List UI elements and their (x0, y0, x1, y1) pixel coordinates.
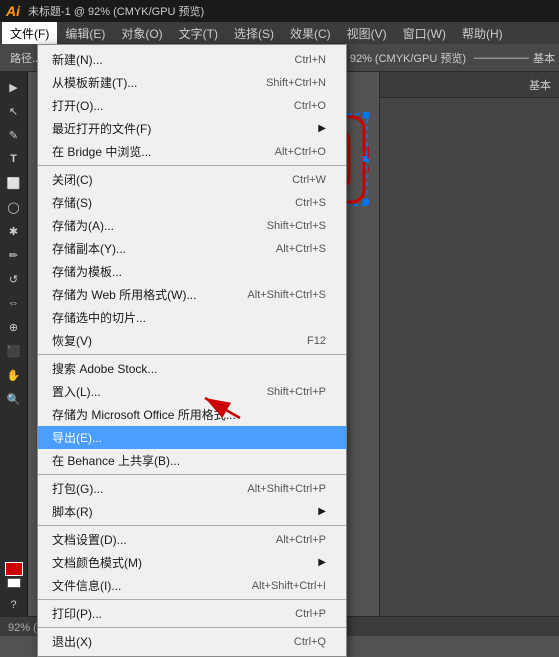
rotate-tool-icon[interactable]: ↺ (3, 268, 25, 290)
gradient-tool-icon[interactable]: ⊕ (3, 316, 25, 338)
menu-save[interactable]: 存储(S) Ctrl+S (38, 191, 346, 214)
menu-save-slices[interactable]: 存储选中的切片... (38, 306, 346, 329)
file-menu-dropdown: 新建(N)... Ctrl+N 从模板新建(T)... Shift+Ctrl+N… (37, 44, 347, 657)
menu-place[interactable]: 置入(L)... Shift+Ctrl+P (38, 380, 346, 403)
text-tool-icon[interactable]: T (3, 148, 25, 170)
menu-file-info[interactable]: 文件信息(I)... Alt+Shift+Ctrl+I (38, 574, 346, 597)
menu-item-window[interactable]: 窗口(W) (395, 22, 454, 44)
sep-2 (38, 354, 346, 355)
right-panel: 基本 (379, 72, 559, 616)
menu-recent[interactable]: 最近打开的文件(F) ▶ (38, 117, 346, 140)
title-bar: Ai 未标题-1 @ 92% (CMYK/GPU 预览) (0, 0, 559, 22)
brush-tool-icon[interactable]: ✏ (3, 244, 25, 266)
menu-item-view[interactable]: 视图(V) (339, 22, 395, 44)
menu-stock[interactable]: 搜索 Adobe Stock... (38, 357, 346, 380)
left-toolbar: ▶ ↖ ✎ T ⬜ ◯ ✱ ✏ ↺ ⇔ ⊕ ⬛ ✋ 🔍 ? (0, 72, 28, 616)
menu-office[interactable]: 存储为 Microsoft Office 所用格式... (38, 403, 346, 426)
menu-item-object[interactable]: 对象(O) (113, 22, 170, 44)
menu-behance[interactable]: 在 Behance 上共享(B)... (38, 449, 346, 472)
menu-export[interactable]: 导出(E)... (38, 426, 346, 449)
menu-item-effect[interactable]: 效果(C) (282, 22, 339, 44)
direct-select-icon[interactable]: ↖ (3, 100, 25, 122)
menu-item-select[interactable]: 选择(S) (226, 22, 282, 44)
menu-revert[interactable]: 恢复(V) F12 (38, 329, 346, 352)
menu-doc-settings[interactable]: 文档设置(D)... Alt+Ctrl+P (38, 528, 346, 551)
menu-scripts[interactable]: 脚本(R) ▶ (38, 500, 346, 523)
menu-new-template[interactable]: 从模板新建(T)... Shift+Ctrl+N (38, 71, 346, 94)
app-logo: Ai (6, 3, 20, 19)
sep-1 (38, 165, 346, 166)
sep-3 (38, 474, 346, 475)
zoom-tool-icon[interactable]: 🔍 (3, 388, 25, 410)
sep-5 (38, 599, 346, 600)
menu-package[interactable]: 打包(G)... Alt+Shift+Ctrl+P (38, 477, 346, 500)
menu-item-edit[interactable]: 编辑(E) (57, 22, 113, 44)
menu-item-file[interactable]: 文件(F) (2, 22, 57, 44)
menu-exit[interactable]: 退出(X) Ctrl+Q (38, 630, 346, 653)
pen-tool-icon[interactable]: ✎ (3, 124, 25, 146)
menu-save-web[interactable]: 存储为 Web 所用格式(W)... Alt+Shift+Ctrl+S (38, 283, 346, 306)
menu-save-copy[interactable]: 存储副本(Y)... Alt+Ctrl+S (38, 237, 346, 260)
scale-tool-icon[interactable]: ⇔ (3, 292, 25, 314)
menu-item-text[interactable]: 文字(T) (171, 22, 226, 44)
menu-bar: 文件(F) 编辑(E) 对象(O) 文字(T) 选择(S) 效果(C) 视图(V… (0, 22, 559, 44)
star-tool-icon[interactable]: ✱ (3, 220, 25, 242)
sep-6 (38, 627, 346, 628)
menu-save-template[interactable]: 存储为模板... (38, 260, 346, 283)
sep-4 (38, 525, 346, 526)
panel-header: 基本 (380, 72, 559, 98)
preset-name: 基本 (533, 50, 555, 66)
preset-label: ————— (474, 52, 529, 64)
menu-save-as[interactable]: 存储为(A)... Shift+Ctrl+S (38, 214, 346, 237)
menu-item-help[interactable]: 帮助(H) (454, 22, 511, 44)
menu-bridge[interactable]: 在 Bridge 中浏览... Alt+Ctrl+O (38, 140, 346, 163)
menu-print[interactable]: 打印(P)... Ctrl+P (38, 602, 346, 625)
zoom-level: 92% (CMYK/GPU 预览) (350, 50, 466, 66)
ellipse-tool-icon[interactable]: ◯ (3, 196, 25, 218)
eyedropper-icon[interactable]: ⬛ (3, 340, 25, 362)
hand-tool-icon[interactable]: ✋ (3, 364, 25, 386)
rect-tool-icon[interactable]: ⬜ (3, 172, 25, 194)
help-icon[interactable]: ? (3, 594, 25, 616)
panel-preset: 基本 (529, 77, 551, 93)
menu-color-mode[interactable]: 文档颜色模式(M) ▶ (38, 551, 346, 574)
menu-open[interactable]: 打开(O)... Ctrl+O (38, 94, 346, 117)
menu-new[interactable]: 新建(N)... Ctrl+N (38, 48, 346, 71)
title-bar-text: 未标题-1 @ 92% (CMYK/GPU 预览) (28, 3, 204, 19)
menu-close[interactable]: 关闭(C) Ctrl+W (38, 168, 346, 191)
select-tool-icon[interactable]: ▶ (3, 76, 25, 98)
